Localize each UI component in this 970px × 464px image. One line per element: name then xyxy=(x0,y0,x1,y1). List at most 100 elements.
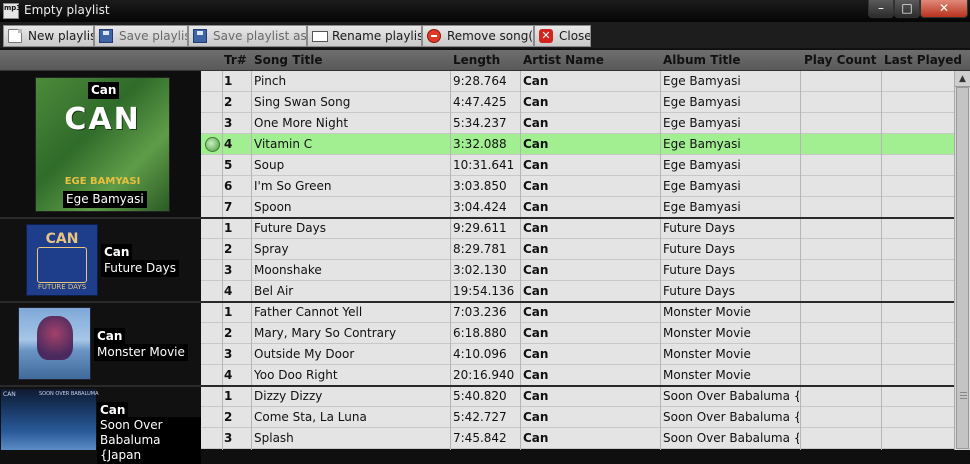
track-number: 1 xyxy=(224,221,233,235)
artist-name: Can xyxy=(523,410,549,424)
thumb-grip xyxy=(960,395,967,396)
col-play-count[interactable]: Play Count xyxy=(804,53,877,67)
album-title: Monster Movie xyxy=(663,347,751,361)
track-number: 2 xyxy=(224,95,233,109)
table-row[interactable]: 4 Bel Air 19:54.136 Can Future Days xyxy=(201,281,954,302)
vertical-scrollbar[interactable]: ▲ xyxy=(954,71,970,450)
table-row[interactable]: 3 One More Night 5:34.237 Can Ege Bamyas… xyxy=(201,113,954,134)
artist-name: Can xyxy=(523,347,549,361)
rename-playlist-button[interactable]: Rename playlist xyxy=(307,25,422,47)
artist-name: Can xyxy=(523,179,549,193)
app-icon: mp3 xyxy=(3,3,21,19)
album-group-ege-bamyasi[interactable]: CAN EGE BAMYASI Can Ege Bamyasi xyxy=(0,71,201,218)
song-title: Pinch xyxy=(254,74,287,88)
song-length: 10:31.641 xyxy=(453,158,515,172)
new-playlist-button[interactable]: New playlist xyxy=(3,25,94,47)
minimize-button[interactable]: – xyxy=(868,0,894,18)
track-number: 5 xyxy=(224,158,233,172)
song-length: 7:03.236 xyxy=(453,305,507,319)
album-cover: CAN FUTURE DAYS xyxy=(26,224,98,296)
column-divider xyxy=(520,71,521,450)
artist-name: Can xyxy=(523,389,549,403)
close-window-button[interactable]: ✕ xyxy=(920,0,968,18)
table-row[interactable]: 2 Mary, Mary So Contrary 6:18.880 Can Mo… xyxy=(201,323,954,344)
cover-title: CAN xyxy=(45,231,79,247)
table-row[interactable]: 1 Pinch 9:28.764 Can Ege Bamyasi xyxy=(201,71,954,92)
scroll-up-button[interactable]: ▲ xyxy=(955,71,970,87)
artist-name: Can xyxy=(523,263,549,277)
column-divider xyxy=(222,71,223,450)
song-title: Moonshake xyxy=(254,263,322,277)
cover-figure xyxy=(37,316,73,360)
table-row-playing[interactable]: 4 Vitamin C 3:32.088 Can Ege Bamyasi xyxy=(201,134,954,155)
save-icon xyxy=(99,29,113,43)
save-playlist-as-label: Save playlist as... xyxy=(213,29,307,43)
column-divider xyxy=(450,71,451,450)
song-title: Come Sta, La Luna xyxy=(254,410,367,424)
album-group-monster-movie[interactable]: Can Monster Movie xyxy=(0,303,201,386)
song-title: I'm So Green xyxy=(254,179,332,193)
new-playlist-label: New playlist xyxy=(28,29,94,43)
album-title: Ege Bamyasi xyxy=(663,200,741,214)
artist-name: Can xyxy=(523,137,549,151)
table-row[interactable]: 3 Moonshake 3:02.130 Can Future Days xyxy=(201,260,954,281)
scrollbar-thumb[interactable] xyxy=(956,87,969,449)
col-last-played[interactable]: Last Played xyxy=(884,53,962,67)
maximize-button[interactable]: □ xyxy=(894,0,920,18)
song-length: 4:10.096 xyxy=(453,347,507,361)
close-button[interactable]: ✕ Close xyxy=(534,25,591,47)
track-number: 4 xyxy=(224,137,233,151)
track-number: 1 xyxy=(224,305,233,319)
album-title: Ege Bamyasi xyxy=(663,179,741,193)
track-number: 1 xyxy=(224,74,233,88)
cover-subtitle: FUTURE DAYS xyxy=(37,283,87,291)
col-artist-name[interactable]: Artist Name xyxy=(523,53,604,67)
table-row[interactable]: 5 Soup 10:31.641 Can Ege Bamyasi xyxy=(201,155,954,176)
save-playlist-button[interactable]: Save playlist xyxy=(94,25,188,47)
table-row[interactable]: 3 Outside My Door 4:10.096 Can Monster M… xyxy=(201,344,954,365)
col-track-number[interactable]: Tr# xyxy=(224,53,247,67)
table-row[interactable]: 6 I'm So Green 3:03.850 Can Ege Bamyasi xyxy=(201,176,954,197)
col-album-title[interactable]: Album Title xyxy=(663,53,741,67)
album-title: Ege Bamyasi xyxy=(663,137,741,151)
column-divider xyxy=(660,71,661,450)
col-song-title[interactable]: Song Title xyxy=(254,53,322,67)
table-row[interactable]: 1 Father Cannot Yell 7:03.236 Can Monste… xyxy=(201,302,954,323)
album-title: Ege Bamyasi xyxy=(663,158,741,172)
album-cover: CAN SOON OVER BABALUMA xyxy=(1,389,99,450)
table-row[interactable]: 4 Yoo Doo Right 20:16.940 Can Monster Mo… xyxy=(201,365,954,386)
table-row[interactable]: 2 Spray 8:29.781 Can Future Days xyxy=(201,239,954,260)
save-playlist-label: Save playlist xyxy=(119,29,188,43)
album-group-future-days[interactable]: CAN FUTURE DAYS Can Future Days xyxy=(0,219,201,302)
album-title: Future Days xyxy=(663,284,735,298)
column-divider xyxy=(881,71,882,450)
table-row[interactable]: 2 Sing Swan Song 4:47.425 Can Ege Bamyas… xyxy=(201,92,954,113)
album-title: Soon Over Babaluma {J xyxy=(663,410,799,424)
artist-name: Can xyxy=(523,284,549,298)
table-row[interactable]: 1 Future Days 9:29.611 Can Future Days xyxy=(201,218,954,239)
group-artist: Can xyxy=(101,244,133,261)
track-number: 3 xyxy=(224,116,233,130)
remove-songs-label: Remove song(s) xyxy=(447,29,534,43)
album-title: Ege Bamyasi xyxy=(663,95,741,109)
album-group-soon-over-babaluma[interactable]: CAN SOON OVER BABALUMA Can Soon Over Bab… xyxy=(0,387,201,464)
toolbar: New playlist Save playlist Save playlist… xyxy=(0,22,970,49)
column-divider xyxy=(800,71,801,450)
artist-name: Can xyxy=(523,95,549,109)
remove-songs-button[interactable]: Remove song(s) xyxy=(422,25,534,47)
song-length: 3:32.088 xyxy=(453,137,507,151)
save-playlist-as-button[interactable]: Save playlist as... xyxy=(188,25,307,47)
table-row[interactable]: 2 Come Sta, La Luna 5:42.727 Can Soon Ov… xyxy=(201,407,954,428)
album-title: Future Days xyxy=(663,221,735,235)
close-label: Close xyxy=(559,29,591,43)
song-title: Yoo Doo Right xyxy=(254,368,338,382)
song-length: 19:54.136 xyxy=(453,284,515,298)
table-row[interactable]: 1 Dizzy Dizzy 5:40.820 Can Soon Over Bab… xyxy=(201,386,954,407)
song-length: 5:42.727 xyxy=(453,410,507,424)
artist-name: Can xyxy=(523,242,549,256)
table-row[interactable]: 3 Splash 7:45.842 Can Soon Over Babaluma… xyxy=(201,428,954,449)
song-title: Father Cannot Yell xyxy=(254,305,363,319)
col-length[interactable]: Length xyxy=(453,53,500,67)
table-row[interactable]: 7 Spoon 3:04.424 Can Ege Bamyasi xyxy=(201,197,954,218)
song-length: 3:03.850 xyxy=(453,179,507,193)
